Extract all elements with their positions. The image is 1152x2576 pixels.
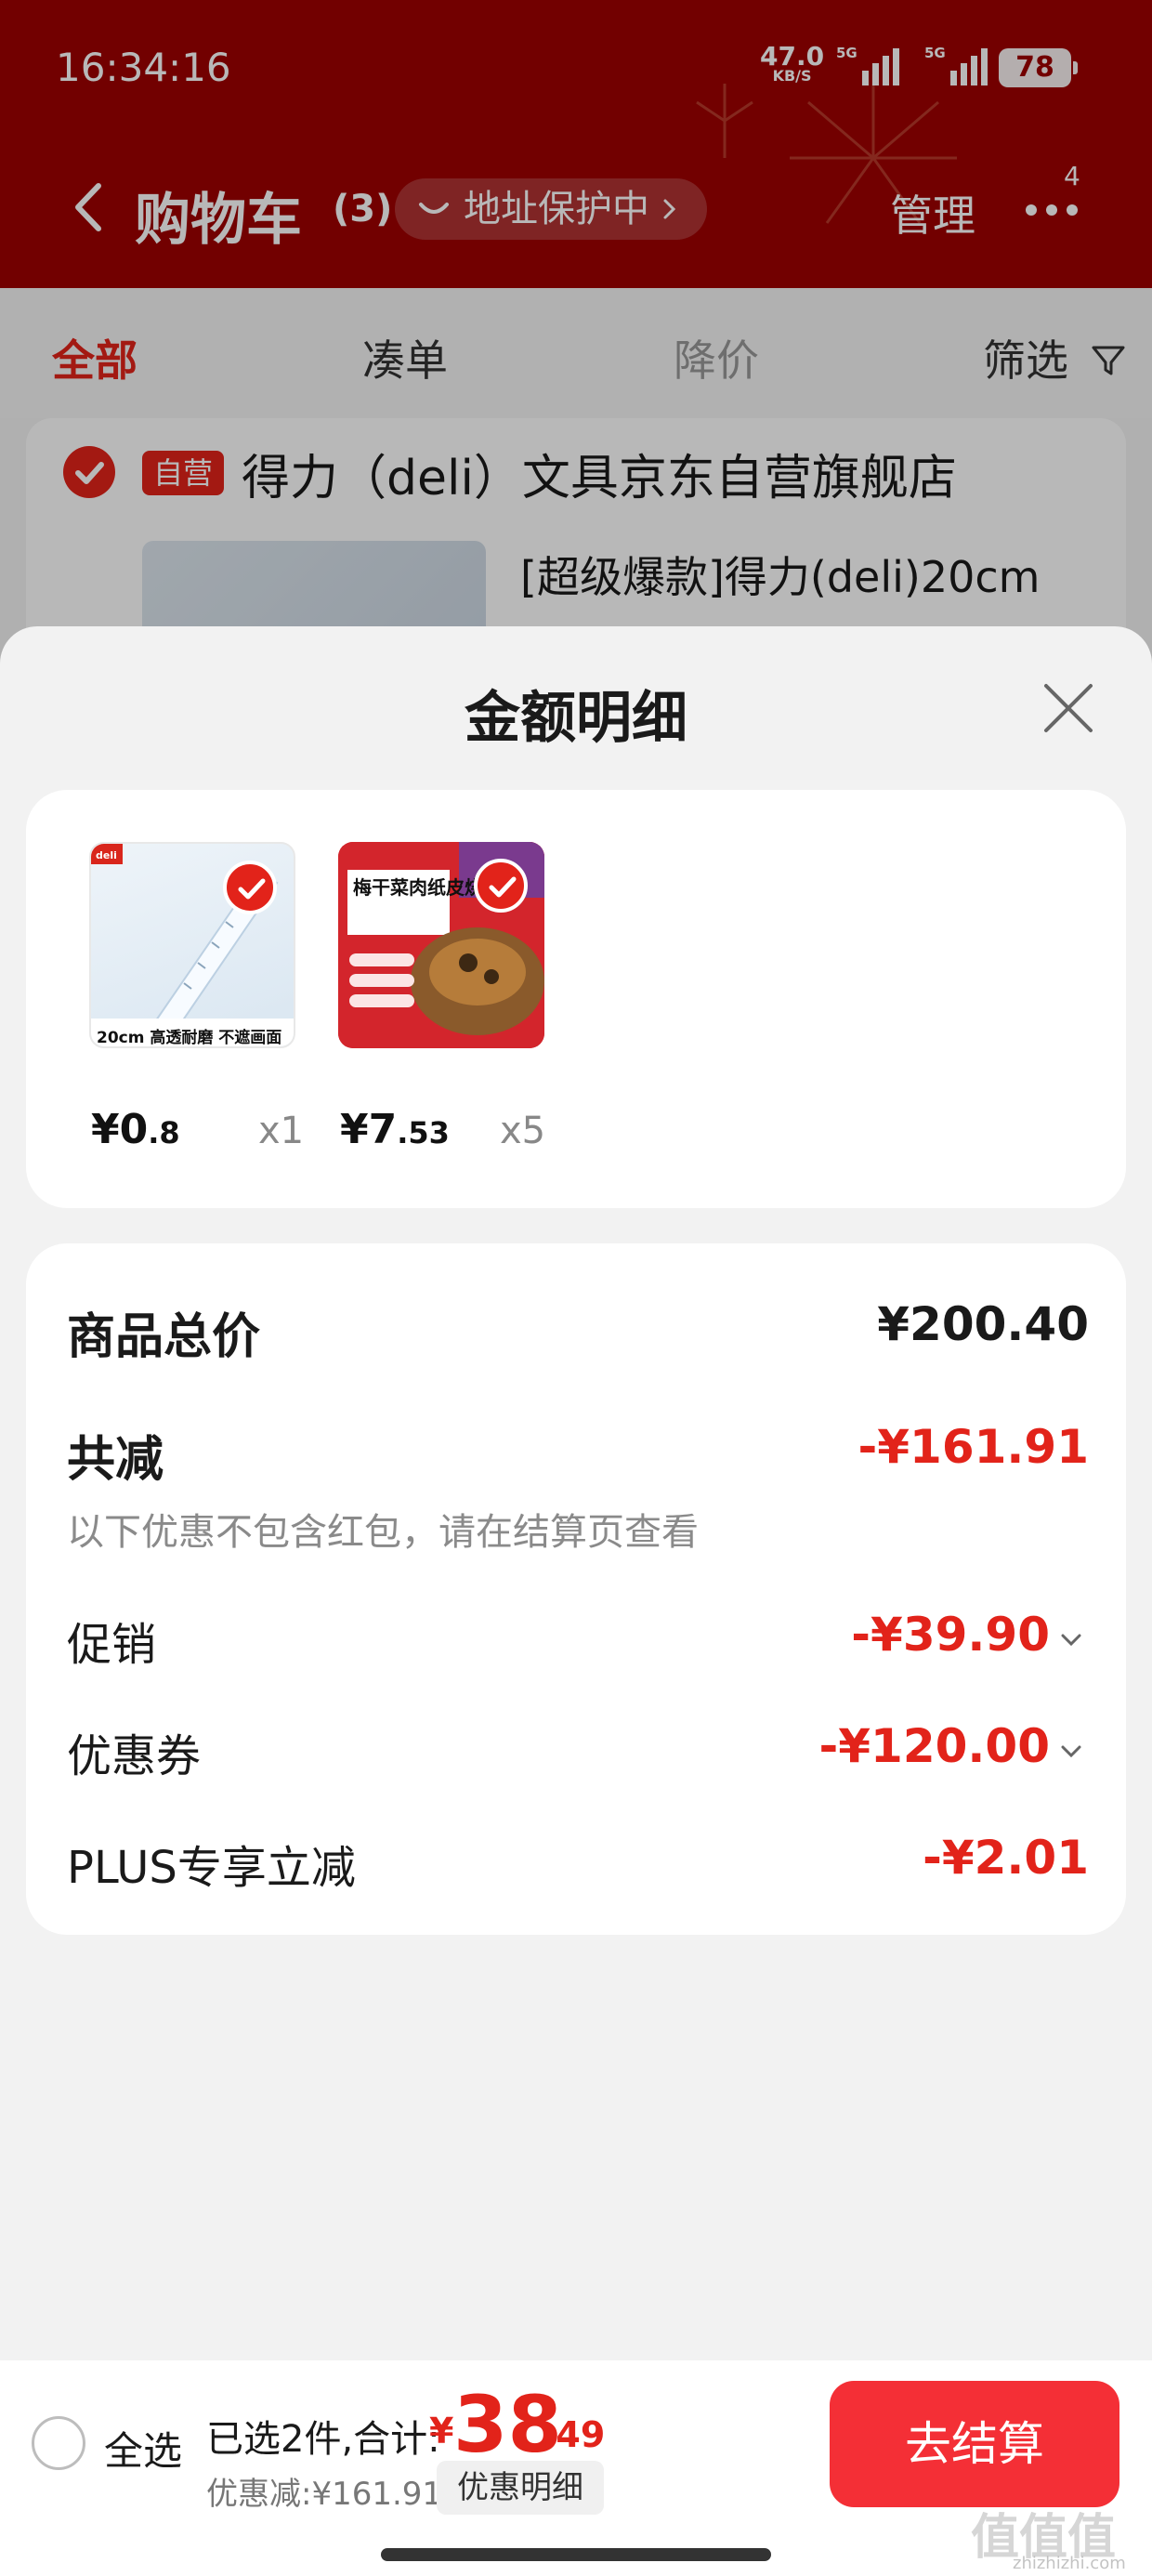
- total-reduction-row: 共减 -¥161.91: [67, 1420, 1090, 1488]
- product-thumbnail-ruler: deli 20cm 高透耐磨 不遮画面: [89, 842, 295, 1048]
- items-card: deli 20cm 高透耐磨 不遮画面 梅干菜肉纸皮烧麦 ¥0.8 x1 ¥7.…: [26, 790, 1126, 1208]
- item-check-badge: [474, 859, 528, 913]
- chevron-down-icon: [1061, 1745, 1081, 1758]
- total-price-row: 商品总价 ¥200.40: [67, 1297, 1089, 1365]
- item-quantity: x1: [258, 1110, 305, 1152]
- home-indicator[interactable]: [381, 2548, 771, 2561]
- plus-discount-value: -¥2.01: [923, 1831, 1089, 1885]
- coupon-row[interactable]: 优惠券 -¥120.00: [67, 1719, 1089, 1784]
- select-all-label[interactable]: 全选: [104, 2420, 182, 2477]
- coupon-value: -¥120.00: [818, 1719, 1051, 1773]
- total-price-value: ¥200.40: [877, 1297, 1089, 1351]
- coupon-label: 优惠券: [67, 1730, 202, 1782]
- amount-detail-sheet: 金额明细 deli 20cm 高透耐磨 不遮画面 梅干菜肉纸皮烧麦 ¥0.8 x…: [0, 626, 1152, 2576]
- select-all-checkbox[interactable]: [32, 2416, 85, 2470]
- total-reduction-label: 共减: [67, 1432, 164, 1488]
- sheet-title: 金额明细: [465, 686, 687, 751]
- chevron-down-icon: [1061, 1634, 1081, 1647]
- total-currency: ¥: [429, 2411, 454, 2451]
- watermark-url: zhizhizhi.com: [1013, 2554, 1126, 2573]
- check-icon: [238, 878, 266, 900]
- svg-text:20cm 高透耐磨 不遮画面: 20cm 高透耐磨 不遮画面: [97, 1028, 281, 1047]
- close-icon[interactable]: [1039, 678, 1098, 738]
- promo-label: 促销: [67, 1619, 157, 1671]
- discount-summary: 优惠减:¥161.91: [206, 2476, 443, 2513]
- total-reduction-value: -¥161.91: [857, 1420, 1090, 1474]
- plus-discount-label: PLUS专享立减: [67, 1842, 356, 1894]
- checkout-button[interactable]: 去结算: [830, 2381, 1119, 2507]
- svg-text:deli: deli: [96, 849, 117, 861]
- item-quantity: x5: [500, 1110, 546, 1152]
- plus-discount-row: PLUS专享立减 -¥2.01: [67, 1831, 1089, 1896]
- discount-detail-button[interactable]: 优惠明细: [437, 2461, 604, 2515]
- reduction-note: 以下优惠不包含红包，请在结算页查看: [67, 1511, 699, 1554]
- total-amount-decimal: .49: [543, 2414, 606, 2455]
- product-thumbnail-shaomai: 梅干菜肉纸皮烧麦: [338, 842, 544, 1048]
- item-price: ¥0.8: [91, 1106, 180, 1153]
- item-check-badge: [223, 861, 277, 914]
- promo-row[interactable]: 促销 -¥39.90: [67, 1608, 1089, 1673]
- check-icon: [489, 876, 517, 898]
- item-price: ¥7.53: [340, 1106, 450, 1153]
- promo-value: -¥39.90: [851, 1608, 1050, 1662]
- price-breakdown-card: 商品总价 ¥200.40 共减 -¥161.91 以下优惠不包含红包，请在结算页…: [26, 1243, 1126, 1935]
- selected-summary: 已选2件,合计:: [206, 2418, 440, 2461]
- total-price-label: 商品总价: [67, 1309, 261, 1365]
